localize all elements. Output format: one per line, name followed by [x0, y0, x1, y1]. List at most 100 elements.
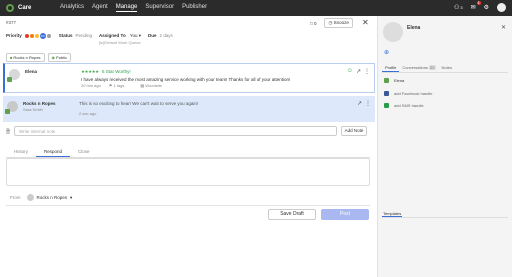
- message-agent: Sara Smith: [23, 107, 43, 112]
- customer-panel: Elena ✕ ⊕ Profile Conversations 22 Notes…: [377, 16, 512, 277]
- message-reply[interactable]: Rocks n Ropes Sara Smith This is so exci…: [3, 96, 375, 122]
- snooze-label: Snooze: [333, 20, 349, 25]
- ticket-meta: Priority P3 Status Pending Assigned To Y…: [6, 33, 173, 45]
- message-source[interactable]: ▦ Woodsite: [140, 83, 170, 88]
- conversations-count: 22: [429, 65, 436, 70]
- post-button[interactable]: Post: [321, 209, 369, 220]
- close-icon[interactable]: ✕: [362, 18, 369, 27]
- review-site-icon: [384, 78, 389, 83]
- facebook-icon: [384, 91, 389, 96]
- internal-note-input[interactable]: Write internal note: [14, 126, 337, 136]
- close-icon[interactable]: ✕: [501, 24, 506, 31]
- app-logo[interactable]: Care: [6, 4, 50, 12]
- priority-dot-grey[interactable]: [46, 34, 51, 38]
- assigned-value: You: [129, 33, 138, 38]
- account-icon: ■: [10, 55, 13, 60]
- message-actions: ☺ ↗ ⋮: [344, 68, 370, 75]
- ticket-actions: □ 0 ◷ Snooze: [310, 18, 353, 28]
- profile-line-facebook[interactable]: add Facebook handle: [384, 91, 432, 96]
- avatar: [383, 22, 403, 42]
- message-footer: 20 min ago ⚑ 1 tags ▦ Woodsite: [81, 83, 178, 88]
- assigned-queue: [in]Default Work Queue: [99, 40, 141, 45]
- settings-icon[interactable]: ⚙: [484, 4, 489, 11]
- message-tags-label: 1 tags: [113, 83, 125, 88]
- nav-item-publisher[interactable]: Publisher: [182, 4, 207, 12]
- response-editor[interactable]: [6, 158, 370, 186]
- panel-tabs: Profile Conversations 22 Notes: [382, 64, 508, 73]
- save-draft-button[interactable]: Save Draft: [268, 209, 316, 220]
- priority-dot-orange[interactable]: [29, 34, 34, 38]
- tab-history[interactable]: History: [6, 147, 36, 157]
- tab-notes[interactable]: Notes: [439, 64, 455, 72]
- profile-line-sms[interactable]: add SMS handle: [384, 103, 424, 108]
- profile-name: Elena: [394, 78, 405, 83]
- more-icon[interactable]: ⋮: [365, 100, 371, 107]
- logo-icon: [6, 4, 14, 12]
- tab-templates[interactable]: Templates: [382, 211, 403, 217]
- message-time: 20 min ago: [81, 83, 101, 88]
- open-external-icon[interactable]: ↗: [357, 100, 362, 107]
- globe-icon: ◉: [51, 55, 56, 60]
- message-author: Rocks n Ropes: [23, 101, 56, 106]
- priority-dot-red[interactable]: [24, 34, 29, 38]
- customer-name: Elena: [407, 25, 421, 31]
- tab-close[interactable]: Close: [70, 147, 98, 157]
- nav-item-manage[interactable]: Manage: [115, 4, 138, 12]
- message-author: Elena: [25, 69, 38, 74]
- add-facebook-label: add Facebook handle: [394, 91, 433, 96]
- priority-badge[interactable]: P3: [39, 33, 46, 39]
- priority-dot-yellow[interactable]: [34, 34, 39, 38]
- templates-section: Templates: [382, 211, 508, 218]
- top-nav: Care Analytics Agent Manage Supervisor P…: [0, 0, 512, 16]
- add-icon[interactable]: ⊕: [384, 49, 389, 56]
- notification-badge: 1: [476, 1, 481, 5]
- message-text: This is so exciting to hear! We can't wa…: [79, 101, 199, 106]
- tag-visibility[interactable]: ◉ Public: [47, 53, 71, 62]
- tab-conversations[interactable]: Conversations 22: [399, 64, 438, 72]
- nav-right: ⚇3 ✉ 1 ⚙: [446, 1, 506, 12]
- more-icon[interactable]: ⋮: [364, 68, 370, 75]
- tab-conversations-label: Conversations: [402, 65, 428, 70]
- nav-item-agent[interactable]: Agent: [92, 4, 108, 12]
- ticket-count[interactable]: □ 0: [310, 21, 316, 26]
- tab-respond[interactable]: Respond: [36, 147, 71, 157]
- sentiment-icon[interactable]: ☺: [347, 68, 353, 75]
- nav-menu: Analytics Agent Manage Supervisor Publis…: [60, 4, 215, 12]
- user-avatar[interactable]: [497, 3, 506, 12]
- snooze-button[interactable]: ◷ Snooze: [324, 18, 353, 28]
- due-label: Due: [148, 33, 157, 38]
- chevron-down-icon: ▾: [70, 194, 73, 200]
- profile-line-name[interactable]: Elena: [384, 78, 404, 83]
- notification-icon[interactable]: ✉ 1: [471, 1, 481, 11]
- message-review[interactable]: Elena ★★★★★ 5 Star Worthy! I have always…: [3, 63, 375, 93]
- message-body: ★★★★★ 5 Star Worthy! I have always recei…: [81, 69, 351, 82]
- avatar: [5, 101, 18, 114]
- assigned-block[interactable]: Assigned To You ▾ [in]Default Work Queue: [99, 33, 141, 45]
- ticket-count-value: 0: [313, 20, 317, 26]
- status-label: Status: [58, 33, 73, 38]
- from-selector[interactable]: From Rocks n Ropes ▾: [10, 194, 72, 201]
- open-external-icon[interactable]: ↗: [356, 68, 361, 75]
- status-value[interactable]: Pending: [76, 33, 93, 38]
- priority-label: Priority: [6, 33, 22, 38]
- tag-visibility-label: Public: [56, 55, 67, 60]
- message-tags[interactable]: ⚑ 1 tags: [109, 83, 133, 88]
- assigned-label: Assigned To: [99, 33, 126, 38]
- ticket-tags: ■ Rocks n Ropes ◉ Public: [6, 53, 74, 62]
- due-value[interactable]: 2 days: [160, 33, 173, 38]
- tab-profile[interactable]: Profile: [382, 64, 400, 72]
- nav-item-supervisor[interactable]: Supervisor: [145, 4, 174, 12]
- nav-item-analytics[interactable]: Analytics: [60, 4, 84, 12]
- avatar: [7, 69, 20, 82]
- logo-text: Care: [18, 5, 32, 11]
- priority-selector[interactable]: P3: [24, 33, 52, 39]
- tag-account[interactable]: ■ Rocks n Ropes: [6, 53, 45, 62]
- add-note-button[interactable]: Add Note: [341, 126, 367, 136]
- ticket-id: #377: [6, 20, 17, 25]
- add-sms-label: add SMS handle: [394, 103, 424, 108]
- team-count: 3: [460, 5, 463, 10]
- message-text: I have always received the most amazing …: [81, 77, 291, 82]
- divider: [6, 205, 370, 206]
- team-icon[interactable]: ⚇3: [454, 4, 463, 11]
- tag-account-label: Rocks n Ropes: [13, 55, 41, 60]
